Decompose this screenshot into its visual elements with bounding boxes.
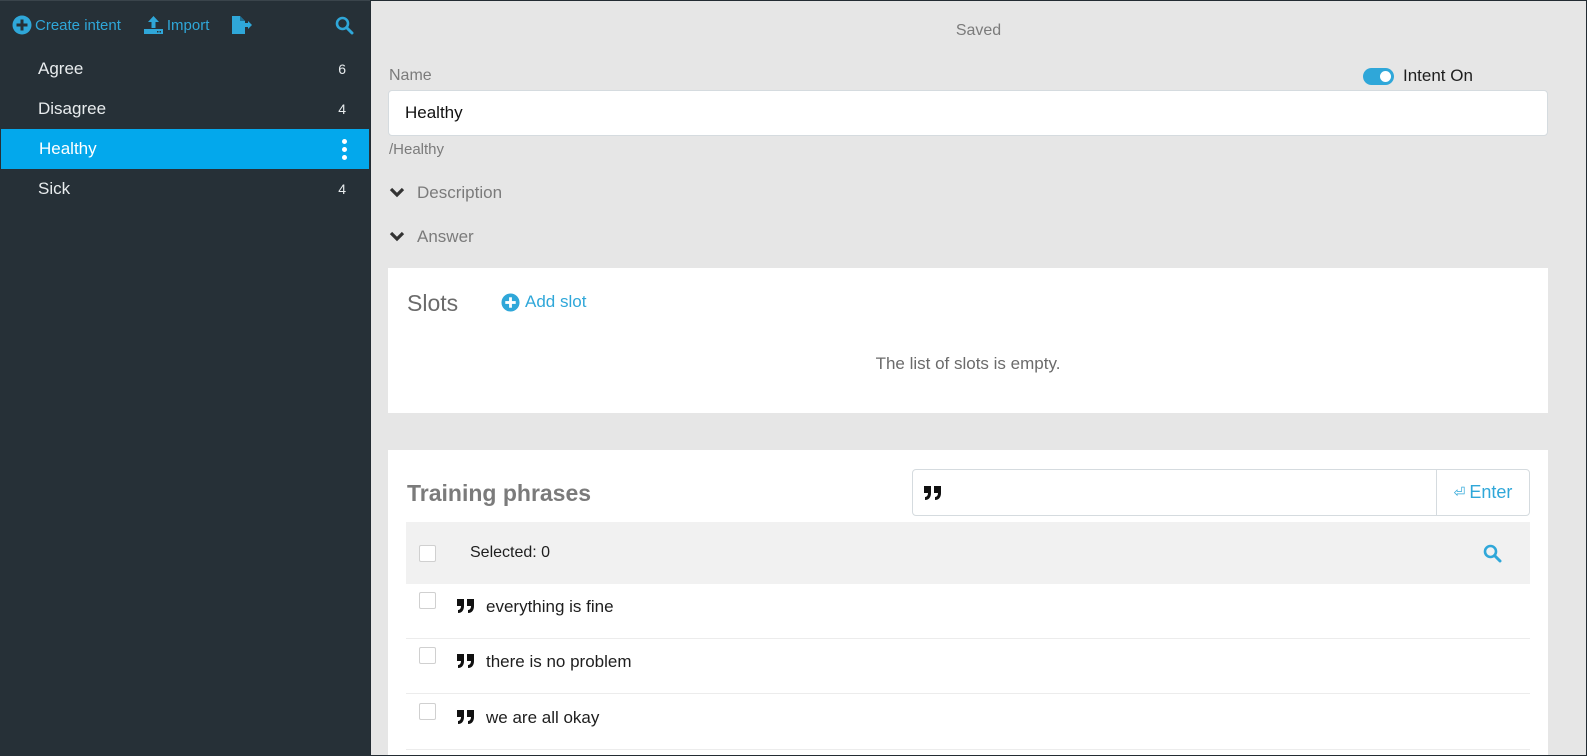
toggle-label: Intent On [1403,66,1473,85]
answer-label: Answer [417,227,474,246]
slots-title: Slots [407,290,459,316]
intent-label: Disagree [38,99,107,118]
intent-editor: Saved Name Intent On /Healthy Descriptio… [371,1,1586,755]
plus-circle-icon [501,292,520,312]
toggle-switch[interactable] [1363,67,1394,85]
chevron-down-icon [389,231,405,242]
phrase-text[interactable]: everything is fine [486,597,614,617]
answer-toggle[interactable]: Answer [389,227,474,247]
description-label: Description [417,183,503,202]
quote-icon [457,654,474,668]
search-icon [335,16,354,35]
intent-path: /Healthy [389,141,445,158]
sidebar: Create intent Import Agree 6 Disagree 4 … [0,0,370,756]
intent-item-healthy[interactable]: Healthy [1,129,369,169]
add-slot-button[interactable]: Add slot [501,292,586,312]
create-intent-label: Create intent [35,16,121,34]
phrase-checkbox[interactable] [419,703,436,720]
phrase-text[interactable]: there is no problem [486,652,632,672]
slots-empty-message: The list of slots is empty. [875,354,1061,373]
create-intent-button[interactable]: Create intent [12,15,121,35]
phrase-checkbox[interactable] [419,592,436,609]
select-all-checkbox[interactable] [419,544,436,562]
quote-icon [913,470,953,515]
quote-icon [457,599,474,613]
phrase-search-button[interactable] [1483,544,1502,568]
intent-item-agree[interactable]: Agree 6 [0,49,370,89]
intent-count: 6 [338,61,346,77]
quote-icon [457,710,474,724]
import-button[interactable]: Import [143,15,210,35]
training-title: Training phrases [407,480,592,506]
phrase-row: there is no problem [406,639,1530,694]
phrase-text[interactable]: we are all okay [486,708,599,728]
add-slot-label: Add slot [525,292,587,311]
file-export-icon [232,16,253,34]
training-phrase-input[interactable] [953,470,1436,515]
export-button[interactable] [231,15,256,35]
intent-label: Healthy [39,139,97,158]
name-label: Name [389,67,432,84]
more-options-icon[interactable] [342,138,347,160]
intent-toggle[interactable]: Intent On [1363,66,1473,86]
chevron-down-icon [389,187,405,198]
save-status: Saved [955,22,1002,39]
intent-name-input[interactable] [388,90,1548,136]
phrase-row: everything is fine [406,584,1530,639]
phrase-checkbox[interactable] [419,647,436,664]
upload-icon [143,16,163,34]
intent-count: 4 [338,101,346,117]
sidebar-search-button[interactable] [335,16,354,40]
plus-circle-icon [12,15,32,35]
training-phrases-card: Training phrases ⏎ Enter Selected: 0 eve… [388,450,1548,755]
sidebar-toolbar: Create intent Import [0,1,370,49]
phrase-row: we are all okay [406,695,1530,750]
description-toggle[interactable]: Description [389,183,502,203]
selected-count: Selected: 0 [470,544,551,561]
import-label: Import [166,16,210,34]
slots-card: Slots Add slot The list of slots is empt… [388,268,1548,413]
intent-count: 4 [338,181,346,197]
selection-bar: Selected: 0 [406,522,1530,584]
enter-button[interactable]: ⏎ Enter [1436,470,1529,515]
search-icon [1483,544,1502,563]
intent-item-sick[interactable]: Sick 4 [0,169,370,209]
enter-label: Enter [1469,482,1513,502]
enter-icon: ⏎ [1453,484,1466,500]
intent-label: Sick [38,179,71,198]
phrase-input-group: ⏎ Enter [912,469,1530,516]
intent-label: Agree [38,59,84,78]
intent-item-disagree[interactable]: Disagree 4 [0,89,370,129]
